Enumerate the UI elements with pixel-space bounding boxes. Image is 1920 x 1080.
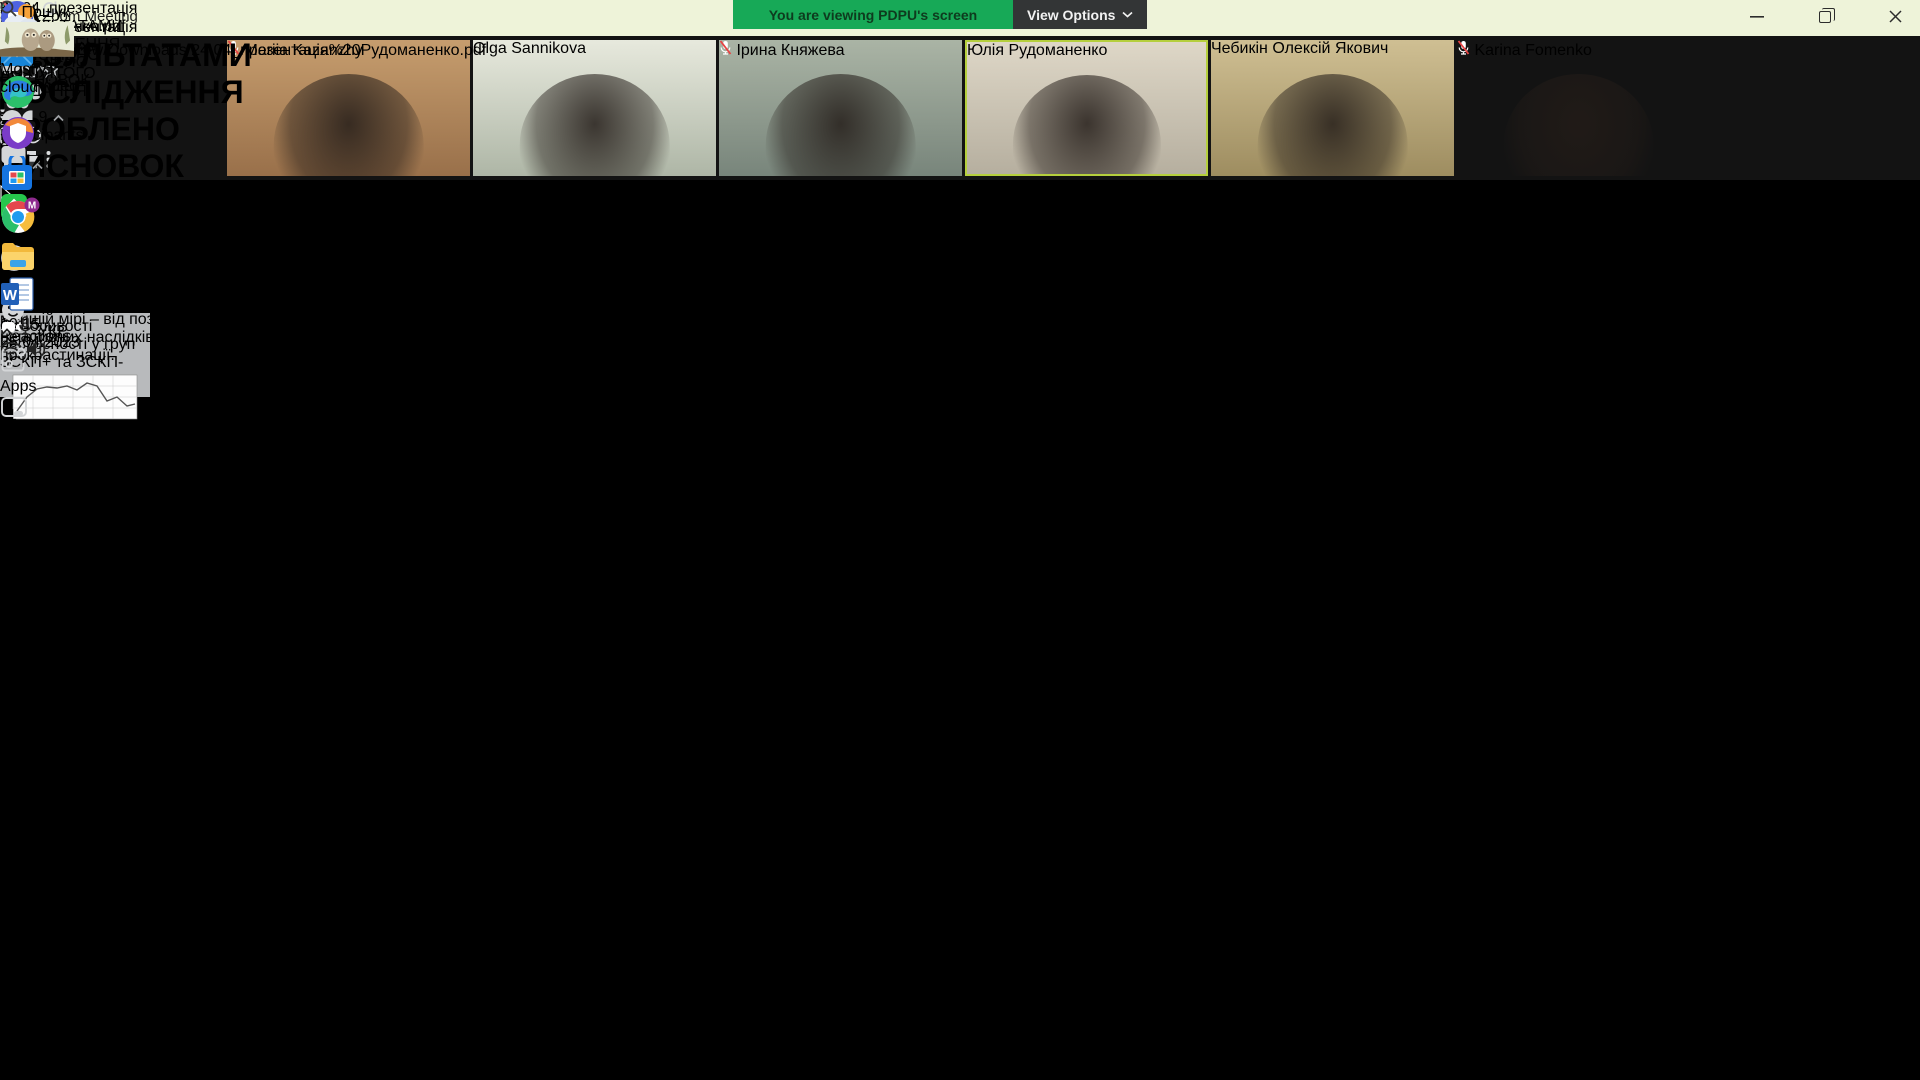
muted-mic-icon [719, 40, 732, 55]
restore-icon [1819, 11, 1831, 23]
search-placeholder: Пошук [21, 4, 69, 21]
svg-text:M: M [28, 201, 36, 212]
participant-name-tag: Karina Fomenko [1457, 40, 1700, 60]
language-indicator[interactable]: УКР [38, 323, 68, 340]
whiteboards-button[interactable]: Whiteboards [0, 396, 98, 445]
restore-button[interactable] [1796, 0, 1854, 33]
tray-mic-icon[interactable] [18, 316, 33, 336]
view-options-button[interactable]: View Options [1013, 0, 1147, 29]
participant-name-tag: Юлія Рудоманенко [967, 42, 1206, 60]
secure-browser-icon[interactable] [0, 115, 80, 156]
participant-name: Чебикін Олексій Якович [1211, 40, 1388, 57]
search-box[interactable]: Пошук [0, 0, 74, 62]
muted-mic-icon [1457, 40, 1470, 55]
svg-text:W: W [3, 287, 18, 304]
participant-name-tag: Olga Sannikova [473, 40, 716, 58]
participant-video [1012, 75, 1160, 176]
word-app-icon[interactable]: W [0, 277, 80, 316]
participant-name: Karina Fomenko [1474, 42, 1591, 59]
participant-tile-active-speaker[interactable]: Юлія Рудоманенко [965, 40, 1208, 176]
speaker-icon[interactable] [26, 341, 48, 358]
search-highlight-owls-image[interactable] [0, 22, 74, 57]
minimize-button[interactable] [1728, 0, 1786, 33]
hidden-icons-chevron[interactable] [0, 327, 14, 336]
participant-tile[interactable]: Ірина Княжева [719, 40, 962, 176]
search-icon [0, 0, 17, 17]
microsoft-store-icon[interactable] [0, 156, 80, 197]
close-button[interactable] [1866, 0, 1920, 33]
participant-video [1257, 74, 1408, 176]
whiteboards-label: Whiteboards [0, 427, 90, 444]
chevron-down-icon [1122, 11, 1133, 18]
participant-video [1503, 74, 1654, 176]
view-options-label: View Options [1027, 7, 1115, 23]
participant-name-tag: Чебикін Олексій Якович [1211, 40, 1454, 58]
participant-video [519, 74, 670, 176]
whiteboard-icon [0, 396, 28, 422]
chrome-browser-icon[interactable]: M [0, 197, 80, 242]
weather-desc: Mostly cloudy [0, 61, 46, 96]
participant-video [765, 74, 916, 176]
participant-name: Olga Sannikova [473, 40, 586, 57]
wifi-icon[interactable] [0, 342, 22, 358]
participant-name: Ірина Княжева [736, 42, 844, 59]
file-explorer-icon[interactable] [0, 242, 80, 277]
participant-name: Юлія Рудоманенко [967, 42, 1107, 59]
thumb-page-label: 12 [0, 540, 18, 558]
apps-label: Apps [0, 378, 36, 395]
participant-tile[interactable]: Karina Fomenko [1457, 40, 1700, 176]
screen: Zoom Meeting You are viewing PDPU's scre… [0, 0, 1920, 1080]
participant-tile[interactable]: Чебикін Олексій Якович [1211, 40, 1454, 176]
windows-taskbar: 13°C Mostly cloudy Пошук [0, 0, 80, 352]
leave-button[interactable]: Leave [0, 445, 44, 463]
participant-name-tag: Ірина Княжева [719, 40, 962, 60]
system-tray: УКР [0, 316, 80, 363]
participant-tile[interactable]: Olga Sannikova [473, 40, 716, 176]
viewing-screen-banner: You are viewing PDPU's screen [733, 0, 1013, 29]
